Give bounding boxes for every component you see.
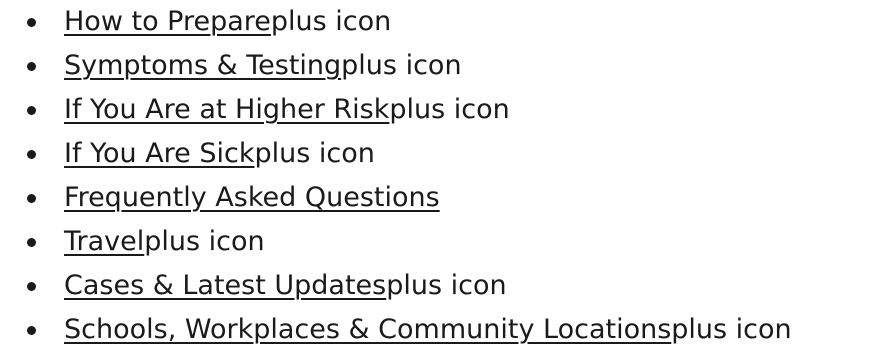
link-higher-risk[interactable]: If You Are at Higher Risk: [64, 94, 389, 125]
link-faq[interactable]: Frequently Asked Questions: [64, 182, 440, 213]
plus-icon-alt-text: plus icon: [389, 94, 510, 125]
plus-icon-alt-text: plus icon: [671, 314, 792, 345]
list-item-if-sick: If You Are Sickplus icon: [0, 135, 895, 179]
link-symptoms-testing[interactable]: Symptoms & Testing: [64, 50, 341, 81]
link-schools-workplaces[interactable]: Schools, Workplaces & Community Location…: [64, 314, 671, 345]
bullet-icon: [27, 326, 36, 335]
bullet-icon: [27, 150, 36, 159]
bullet-icon: [27, 238, 36, 247]
nav-list: How to Prepareplus icon Symptoms & Testi…: [0, 3, 895, 355]
plus-icon-alt-text: plus icon: [386, 270, 507, 301]
list-item-cases-updates: Cases & Latest Updatesplus icon: [0, 267, 895, 311]
list-item-how-to-prepare: How to Prepareplus icon: [0, 3, 895, 47]
plus-icon-alt-text: plus icon: [341, 50, 462, 81]
plus-icon-alt-text: plus icon: [254, 138, 375, 169]
plus-icon-alt-text: plus icon: [144, 226, 265, 257]
list-item-higher-risk: If You Are at Higher Riskplus icon: [0, 91, 895, 135]
plus-icon-alt-text: plus icon: [270, 6, 392, 37]
list-item-schools-workplaces: Schools, Workplaces & Community Location…: [0, 311, 895, 355]
link-cases-updates[interactable]: Cases & Latest Updates: [64, 270, 386, 301]
bullet-icon: [27, 18, 36, 27]
bullet-icon: [27, 194, 36, 203]
bullet-icon: [27, 282, 36, 291]
link-travel[interactable]: Travel: [64, 226, 144, 257]
link-how-to-prepare[interactable]: How to Prepare: [64, 6, 271, 37]
list-item-symptoms-testing: Symptoms & Testingplus icon: [0, 47, 895, 91]
list-item-travel: Travelplus icon: [0, 223, 895, 267]
bullet-icon: [27, 62, 36, 71]
bullet-icon: [27, 106, 36, 115]
list-item-faq: Frequently Asked Questions: [0, 179, 895, 223]
link-if-sick[interactable]: If You Are Sick: [64, 138, 254, 169]
